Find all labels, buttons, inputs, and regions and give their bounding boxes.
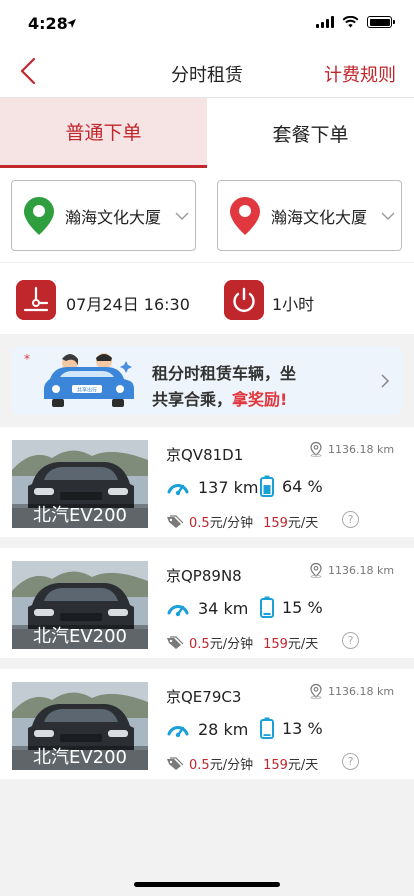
- price-per-minute-unit: 元/分钟: [209, 637, 254, 652]
- car-battery: 13 %: [260, 717, 323, 739]
- pickup-location-label: 瀚海文化大厦: [65, 207, 162, 227]
- car-distance-value: 1136.18 km: [328, 442, 395, 456]
- car-distance: 1136.18 km: [308, 562, 394, 578]
- car-price: 0.5元/分钟 159元/天: [166, 754, 318, 773]
- battery-level-icon: [260, 475, 274, 497]
- location-pin-icon: [310, 683, 322, 699]
- car-card[interactable]: 北汽EV200 京QV81D1 1136.18 km 137 km 64 % 0…: [0, 427, 414, 537]
- price-per-day-amount: 159: [263, 758, 288, 773]
- car-battery-value: 13 %: [282, 718, 323, 738]
- price-tag-icon: [167, 514, 184, 528]
- car-model-caption: 北汽EV200: [12, 746, 148, 770]
- location-pin-icon: [310, 562, 322, 578]
- price-per-minute-amount: 0.5: [189, 516, 210, 531]
- price-per-day-amount: 159: [263, 637, 288, 652]
- car-plate: 京QP89N8: [166, 567, 242, 585]
- chevron-down-icon: [175, 212, 189, 220]
- car-range: 137 km: [166, 477, 258, 497]
- carpool-illustration: * 共享出行: [24, 352, 134, 407]
- price-per-day-unit: 元/天: [287, 637, 319, 652]
- car-distance: 1136.18 km: [308, 683, 394, 699]
- location-row: 瀚海文化大厦 瀚海文化大厦: [0, 168, 414, 262]
- car-model-caption: 北汽EV200: [12, 625, 148, 649]
- price-per-day-unit: 元/天: [287, 516, 319, 531]
- billing-rules-link[interactable]: 计费规则: [324, 61, 396, 87]
- price-per-minute-unit: 元/分钟: [209, 516, 254, 531]
- car-range-value: 34 km: [198, 598, 249, 618]
- car-photo: 北汽EV200: [12, 561, 148, 649]
- banner-text-line2: 共享合乘，拿奖励!: [152, 386, 287, 410]
- status-bar: 4:28: [0, 0, 414, 44]
- nav-bar: 分时租赁 计费规则: [0, 44, 414, 98]
- banner-text-line1: 租分时租赁车辆，坐: [152, 364, 297, 383]
- car-card[interactable]: 北汽EV200 京QP89N8 1136.18 km 34 km 15 % 0.…: [0, 548, 414, 658]
- pickup-location-select[interactable]: 瀚海文化大厦: [11, 180, 196, 251]
- location-arrow-icon: [67, 19, 76, 28]
- car-range-value: 28 km: [198, 719, 249, 739]
- car-photo: 北汽EV200: [12, 682, 148, 770]
- banner-car-sign: 共享出行: [77, 387, 97, 394]
- speedometer-icon: [167, 605, 189, 617]
- car-distance-value: 1136.18 km: [328, 563, 395, 577]
- price-per-minute-unit: 元/分钟: [209, 758, 254, 773]
- rental-time-row: 07月24日 16:30 1小时: [0, 262, 414, 334]
- car-distance: 1136.18 km: [308, 441, 394, 457]
- banner-text-prefix: 共享合乘，: [152, 390, 233, 409]
- battery-level-icon: [260, 596, 274, 618]
- power-duration-icon[interactable]: [224, 280, 264, 320]
- order-type-tabs: 普通下单 套餐下单: [0, 98, 414, 168]
- car-card[interactable]: 北汽EV200 京QE79C3 1136.18 km 28 km 13 % 0.…: [0, 669, 414, 779]
- car-model-caption: 北汽EV200: [12, 504, 148, 528]
- tab-package-order[interactable]: 套餐下单: [207, 98, 414, 168]
- chevron-right-icon: [381, 374, 390, 388]
- price-help-icon[interactable]: ?: [342, 511, 359, 528]
- car-price: 0.5元/分钟 159元/天: [166, 633, 318, 652]
- car-range: 34 km: [166, 598, 248, 618]
- car-battery-value: 64 %: [282, 476, 323, 496]
- price-per-day-amount: 159: [263, 516, 288, 531]
- car-battery: 15 %: [260, 596, 323, 618]
- price-help-icon[interactable]: ?: [342, 632, 359, 649]
- home-indicator: [134, 882, 280, 887]
- price-help-icon[interactable]: ?: [342, 753, 359, 770]
- start-time-icon[interactable]: [16, 280, 56, 320]
- red-pin-icon: [230, 196, 260, 235]
- banner-reward-text: 拿奖励!: [232, 390, 288, 409]
- speedometer-icon: [167, 484, 189, 496]
- car-plate: 京QV81D1: [166, 446, 244, 464]
- battery-level-icon: [260, 717, 274, 739]
- duration-value[interactable]: 1小时: [272, 291, 314, 315]
- status-indicators: [316, 16, 395, 28]
- promo-banner[interactable]: * 共享出行 租分时租赁车辆，坐 共享合乘，拿奖励!: [12, 347, 402, 415]
- car-photo: 北汽EV200: [12, 440, 148, 528]
- price-tag-icon: [167, 635, 184, 649]
- car-battery: 64 %: [260, 475, 323, 497]
- car-range-value: 137 km: [198, 477, 259, 497]
- green-pin-icon: [24, 196, 54, 235]
- speedometer-icon: [167, 726, 189, 738]
- car-distance-value: 1136.18 km: [328, 684, 395, 698]
- battery-icon: [367, 16, 395, 28]
- dropoff-location-select[interactable]: 瀚海文化大厦: [217, 180, 402, 251]
- wifi-icon: [342, 16, 359, 28]
- car-plate: 京QE79C3: [166, 688, 242, 706]
- chevron-down-icon: [381, 212, 395, 220]
- start-time-value[interactable]: 07月24日 16:30: [66, 291, 190, 315]
- location-pin-icon: [310, 441, 322, 457]
- svg-text:*: *: [24, 352, 30, 366]
- signal-icon: [316, 16, 334, 28]
- price-per-minute-amount: 0.5: [189, 758, 210, 773]
- price-tag-icon: [167, 756, 184, 770]
- dropoff-location-label: 瀚海文化大厦: [271, 207, 368, 227]
- car-range: 28 km: [166, 719, 248, 739]
- price-per-day-unit: 元/天: [287, 758, 319, 773]
- car-price: 0.5元/分钟 159元/天: [166, 512, 318, 531]
- price-per-minute-amount: 0.5: [189, 637, 210, 652]
- tab-normal-order[interactable]: 普通下单: [0, 98, 207, 168]
- status-time: 4:28: [28, 14, 68, 33]
- car-battery-value: 15 %: [282, 597, 323, 617]
